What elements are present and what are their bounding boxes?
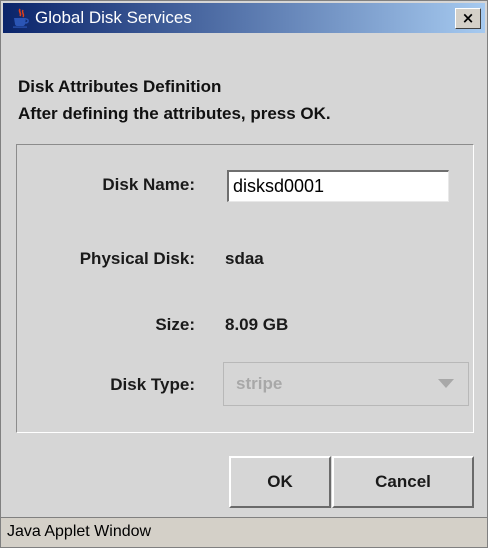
status-text: Java Applet Window: [7, 523, 152, 540]
close-button[interactable]: ×: [455, 8, 481, 29]
title-bar[interactable]: Global Disk Services ×: [3, 3, 485, 33]
physical-disk-value: sdaa: [225, 249, 264, 268]
header-title: Disk Attributes Definition: [18, 77, 222, 96]
ok-button[interactable]: OK: [229, 456, 331, 508]
disk-name-input[interactable]: [227, 170, 449, 202]
size-value: 8.09 GB: [225, 315, 289, 334]
disk-type-label: Disk Type:: [110, 375, 195, 394]
size-label: Size:: [155, 315, 195, 334]
dialog-header: Disk Attributes Definition After definin…: [18, 73, 331, 127]
disk-name-label: Disk Name:: [102, 175, 195, 194]
header-instructions: After defining the attributes, press OK.: [18, 104, 331, 123]
close-icon: ×: [461, 9, 475, 27]
cancel-button[interactable]: Cancel: [332, 456, 474, 508]
status-bar: Java Applet Window: [1, 517, 487, 547]
disk-type-select[interactable]: stripe: [223, 362, 469, 406]
disk-type-selected-value: stripe: [236, 374, 283, 393]
chevron-down-icon: [438, 379, 454, 388]
java-cup-icon: [13, 8, 29, 28]
window-title: Global Disk Services: [35, 8, 192, 27]
dialog-window: Global Disk Services × Disk Attributes D…: [0, 0, 488, 548]
physical-disk-label: Physical Disk:: [79, 249, 195, 268]
